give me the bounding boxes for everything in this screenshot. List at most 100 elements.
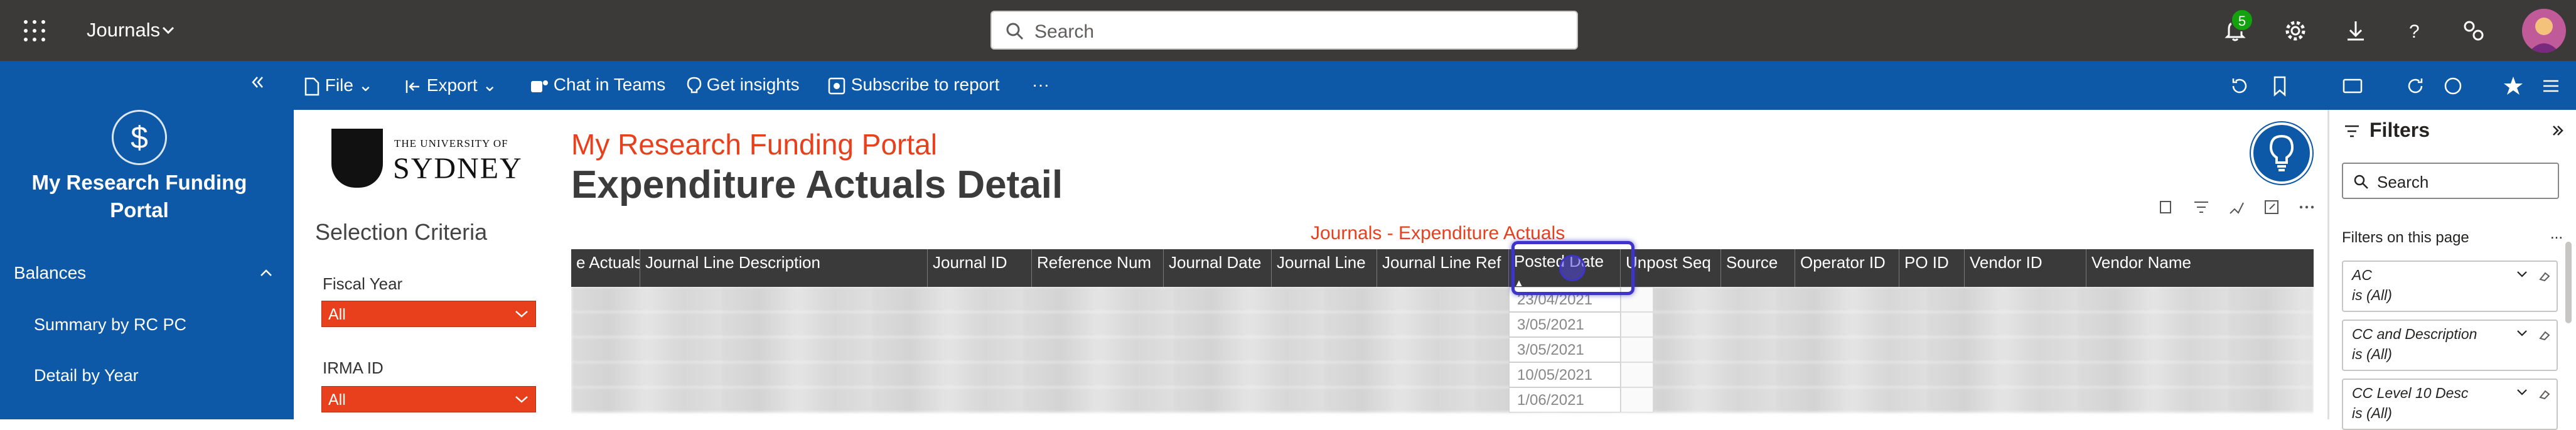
focus-mode-icon[interactable] (2262, 198, 2281, 217)
col-header-journal-line[interactable]: Journal Line (1272, 249, 1377, 287)
chat-in-teams-button[interactable]: Chat in Teams (530, 75, 665, 95)
global-search-input[interactable]: Search (990, 11, 1578, 50)
eraser-icon[interactable] (2538, 269, 2552, 283)
collapse-nav-icon[interactable] (249, 73, 266, 91)
export-icon (405, 80, 419, 93)
university-logo: THE UNIVERSITY OF SYDNEY (331, 129, 522, 188)
app-title[interactable]: Journals (87, 19, 160, 41)
svg-text:?: ? (2409, 21, 2420, 42)
irma-id-select[interactable]: All (321, 386, 536, 412)
format-visual-icon[interactable] (2227, 198, 2246, 217)
eraser-icon[interactable] (2538, 387, 2552, 401)
collapse-pane-icon[interactable] (2550, 124, 2564, 137)
file-icon (304, 77, 319, 95)
view-icon[interactable] (2340, 73, 2365, 99)
help-icon[interactable]: ? (2402, 18, 2428, 44)
left-navigation: $ My Research Funding Portal Balances Su… (0, 61, 294, 419)
eraser-icon[interactable] (2538, 328, 2552, 342)
nav-app-title: My Research Funding Portal (31, 171, 247, 222)
refresh-icon[interactable] (2403, 73, 2428, 99)
filter-card-ac[interactable]: AC is (All) (2342, 261, 2558, 312)
chevron-up-icon[interactable] (259, 267, 274, 279)
gear-icon[interactable] (2282, 18, 2309, 44)
col-header-operator-id[interactable]: Operator ID (1795, 249, 1899, 287)
chevron-down-icon[interactable] (2515, 269, 2529, 279)
col-header-journal-line-ref[interactable]: Journal Line Ref (1377, 249, 1509, 287)
filter-search-placeholder: Search (2377, 173, 2429, 191)
app-launcher-icon[interactable] (23, 19, 46, 43)
posted-date-cell: 1/06/2021 (1509, 387, 1621, 412)
nav-item-detail-by-year[interactable]: Detail by Year (34, 366, 139, 385)
irma-id-label: IRMA ID (323, 358, 384, 377)
portal-title: My Research Funding Portal (571, 128, 937, 161)
download-icon[interactable] (2343, 18, 2369, 44)
table-row[interactable] (571, 337, 2314, 362)
unpost-seq-cell (1621, 387, 1653, 412)
top-app-bar: Journals Search 5 ? (0, 0, 2576, 61)
col-header-unpost-seq[interactable]: Unpost Seq (1621, 249, 1721, 287)
nav-section-balances[interactable]: Balances (14, 263, 86, 283)
avatar[interactable] (2522, 9, 2566, 53)
file-menu[interactable]: File ⌄ (304, 75, 373, 96)
more-options-icon[interactable] (2297, 198, 2316, 217)
table-header: e Actuals Journal Line Description Journ… (571, 249, 2314, 287)
col-header-reference-num[interactable]: Reference Num (1032, 249, 1164, 287)
reset-icon[interactable] (2227, 73, 2252, 99)
filter-search-input[interactable]: Search (2342, 163, 2559, 199)
col-header-vendor-name[interactable]: Vendor Name (2086, 249, 2314, 287)
filter-card-cc-description[interactable]: CC and Description is (All) (2342, 320, 2558, 371)
table-row[interactable] (571, 362, 2314, 387)
lightbulb-icon[interactable] (2251, 122, 2312, 184)
filter-icon (2345, 125, 2359, 137)
more-options-button[interactable]: ··· (1032, 75, 1049, 95)
posted-date-cell: 10/05/2021 (1509, 362, 1621, 387)
table-row[interactable] (571, 312, 2314, 337)
filter-icon[interactable] (2192, 198, 2211, 217)
dollar-icon: $ (112, 110, 167, 165)
chevron-down-icon[interactable] (2515, 387, 2529, 397)
command-bar: File ⌄ Export ⌄ Chat in Teams Get insigh… (294, 61, 2576, 110)
cursor-indicator (1559, 255, 1586, 281)
chevron-down-icon[interactable] (159, 23, 177, 38)
posted-date-cell: 3/05/2021 (1509, 337, 1621, 362)
notification-badge: 5 (2231, 9, 2253, 31)
col-header-source[interactable]: Source (1721, 249, 1795, 287)
chevron-down-icon (515, 396, 528, 403)
teams-icon (531, 80, 548, 92)
filters-on-page-label: Filters on this page (2342, 229, 2469, 246)
col-header-journal-line-description[interactable]: Journal Line Description (640, 249, 928, 287)
col-header-vendor-id[interactable]: Vendor ID (1965, 249, 2086, 287)
table-body: 23/04/2021 3/05/2021 3/05/2021 10/05/202… (571, 287, 2314, 419)
table-row[interactable] (571, 387, 2314, 412)
filter-card-cc-level-10[interactable]: CC Level 10 Desc is (All) (2342, 379, 2558, 430)
unpost-seq-cell (1621, 337, 1653, 362)
fiscal-year-label: Fiscal Year (323, 274, 403, 293)
chevron-down-icon (515, 311, 528, 318)
comment-icon[interactable] (2440, 73, 2466, 99)
filters-more-button[interactable]: ... (2550, 225, 2563, 243)
col-header-journal-date[interactable]: Journal Date (1164, 249, 1272, 287)
subscribe-icon (828, 77, 845, 94)
page-title: Expenditure Actuals Detail (571, 163, 1063, 207)
col-header-journal-id[interactable]: Journal ID (928, 249, 1032, 287)
col-header-po-id[interactable]: PO ID (1899, 249, 1965, 287)
posted-date-cell: 3/05/2021 (1509, 312, 1621, 337)
export-menu[interactable]: Export ⌄ (404, 75, 497, 95)
share-icon[interactable] (2461, 18, 2487, 44)
nav-item-summary[interactable]: Summary by RC PC (34, 315, 186, 335)
col-header-actuals[interactable]: e Actuals (571, 249, 640, 287)
subscribe-button[interactable]: Subscribe to report (827, 75, 999, 95)
table-row[interactable] (571, 287, 2314, 312)
chevron-down-icon[interactable] (2515, 328, 2529, 338)
fiscal-year-select[interactable]: All (321, 301, 536, 327)
get-insights-button[interactable]: Get insights (687, 75, 800, 95)
search-icon (1006, 23, 1024, 40)
copy-visual-icon[interactable] (2157, 198, 2176, 217)
search-placeholder: Search (1034, 21, 1095, 42)
favorite-star-icon[interactable] (2501, 73, 2526, 99)
list-icon[interactable] (2538, 73, 2563, 99)
lightbulb-icon (687, 77, 702, 93)
bookmark-icon[interactable] (2267, 73, 2292, 99)
filters-title: Filters (2369, 119, 2430, 141)
filters-scrollbar[interactable] (2565, 242, 2572, 323)
